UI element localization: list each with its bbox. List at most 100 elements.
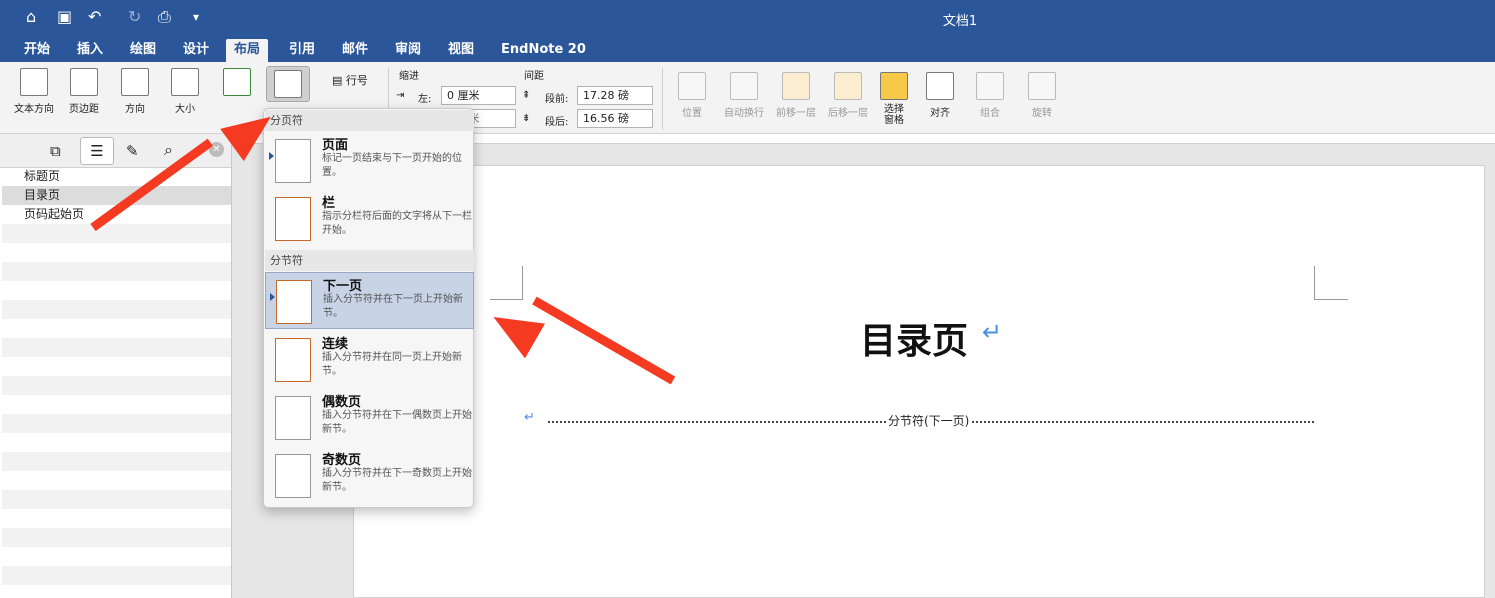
- paragraph-mark-icon: ↵: [524, 410, 535, 425]
- next-page-break-icon: [276, 280, 312, 324]
- menu-item-title: 下一页: [323, 279, 363, 294]
- bring-forward-icon: [782, 72, 810, 100]
- menu-item-continuous[interactable]: 连续 插入分节符并在同一页上开始新节。: [265, 331, 474, 388]
- menu-item-title: 奇数页: [322, 453, 362, 468]
- rotate-button[interactable]: 旋转: [1022, 72, 1062, 119]
- ribbon: 文本方向 页边距 方向 大小 ▤ 行号 缩进 间距 ⇥ 左: 0 厘米 0 厘米…: [0, 62, 1495, 134]
- group-icon: [976, 72, 1004, 100]
- align-label: 对齐: [930, 108, 950, 119]
- group-button[interactable]: 组合: [970, 72, 1010, 119]
- breaks-menu: 分页符 页面 标记一页结束与下一页开始的位置。 栏 指示分栏符后面的文字将从下一…: [263, 108, 474, 508]
- align-button[interactable]: 对齐: [920, 72, 960, 119]
- selection-pane-button[interactable]: 选择 窗格: [876, 72, 912, 126]
- columns-button[interactable]: [215, 68, 259, 100]
- wrap-text-icon: [730, 72, 758, 100]
- menu-item-odd-page[interactable]: 奇数页 插入分节符并在下一奇数页上开始新节。: [265, 447, 474, 504]
- position-icon: [678, 72, 706, 100]
- crop-mark: [1314, 299, 1348, 300]
- space-before-field[interactable]: 17.28 磅: [577, 86, 653, 105]
- space-before-label: 段前:: [545, 94, 569, 105]
- tab-endnote[interactable]: EndNote 20: [493, 39, 594, 62]
- nav-item-title-page[interactable]: 标题页: [2, 167, 231, 186]
- search-icon[interactable]: ⌕: [164, 140, 173, 160]
- group-label: 组合: [980, 108, 1000, 119]
- align-icon: [926, 72, 954, 100]
- send-backward-icon: [834, 72, 862, 100]
- selection-pane-label-2: 窗格: [884, 115, 904, 126]
- menu-item-description: 插入分节符并在下一奇数页上开始新节。: [322, 468, 472, 493]
- breaks-icon: [274, 70, 302, 98]
- tab-insert[interactable]: 插入: [69, 39, 111, 62]
- line-numbers-label: 行号: [345, 74, 368, 87]
- section-breaks-header: 分节符: [265, 250, 474, 271]
- paragraph-mark-icon: ↵: [982, 318, 1003, 346]
- document-heading[interactable]: 目录页: [860, 312, 968, 364]
- odd-page-break-icon: [275, 454, 311, 498]
- text-direction-button[interactable]: 文本方向: [10, 68, 58, 115]
- column-break-icon: [275, 197, 311, 241]
- size-button[interactable]: 大小: [163, 68, 207, 115]
- menu-item-description: 插入分节符并在下一页上开始新节。: [323, 294, 463, 319]
- tab-design[interactable]: 设计: [175, 39, 217, 62]
- space-after-icon: ⇟: [522, 113, 531, 124]
- breaks-button[interactable]: [266, 66, 310, 102]
- outline-icon[interactable]: ☰: [80, 137, 114, 165]
- menu-item-column-break[interactable]: 栏 指示分栏符后面的文字将从下一栏开始。: [265, 190, 474, 247]
- selected-marker-icon: [270, 293, 275, 301]
- menu-item-even-page[interactable]: 偶数页 插入分节符并在下一偶数页上开始新节。: [265, 389, 474, 446]
- selection-pane-icon: [880, 72, 908, 100]
- bring-forward-button[interactable]: 前移一层: [772, 72, 820, 119]
- menu-item-next-page[interactable]: 下一页 插入分节符并在下一页上开始新节。: [265, 272, 474, 329]
- continuous-break-icon: [275, 338, 311, 382]
- columns-icon: [223, 68, 251, 96]
- nav-item-toc-page[interactable]: 目录页: [2, 186, 231, 205]
- ribbon-tabs: 开始 插入 绘图 设计 布局 引用 邮件 审阅 视图 EndNote 20: [0, 37, 1495, 62]
- menu-item-page-break[interactable]: 页面 标记一页结束与下一页开始的位置。: [265, 132, 474, 189]
- left-indent-field[interactable]: 0 厘米: [441, 86, 516, 105]
- rotate-icon: [1028, 72, 1056, 100]
- selected-marker-icon: [269, 152, 274, 160]
- document-page[interactable]: [353, 165, 1485, 598]
- menu-item-title: 页面: [322, 138, 349, 153]
- wrap-text-button[interactable]: 自动换行: [720, 72, 768, 119]
- crop-mark: [490, 299, 523, 300]
- tab-home[interactable]: 开始: [16, 39, 58, 62]
- menu-item-title: 偶数页: [322, 395, 362, 410]
- size-icon: [171, 68, 199, 96]
- line-numbers-button[interactable]: ▤ 行号: [320, 72, 380, 88]
- margins-label: 页边距: [69, 104, 99, 115]
- page-break-icon: [275, 139, 311, 183]
- spacing-label: 间距: [524, 71, 544, 82]
- margins-button[interactable]: 页边距: [62, 68, 106, 115]
- text-direction-icon: [20, 68, 48, 96]
- bring-forward-label: 前移一层: [776, 108, 816, 119]
- title-bar: ⌂ ▣ ↶ ↻ ⎙ ▾ 文档1: [0, 0, 1495, 37]
- orientation-label: 方向: [125, 104, 145, 115]
- space-after-field[interactable]: 16.56 磅: [577, 109, 653, 128]
- tab-references[interactable]: 引用: [281, 39, 323, 62]
- window-title: 文档1: [942, 14, 978, 29]
- indent-label: 缩进: [399, 71, 419, 82]
- send-backward-button[interactable]: 后移一层: [824, 72, 872, 119]
- tab-layout[interactable]: 布局: [226, 39, 269, 62]
- tab-view[interactable]: 视图: [440, 39, 482, 62]
- page-breaks-header: 分页符: [265, 110, 474, 131]
- position-button[interactable]: 位置: [672, 72, 712, 119]
- space-before-icon: ⇞: [522, 90, 531, 101]
- send-backward-label: 后移一层: [828, 108, 868, 119]
- tab-draw[interactable]: 绘图: [122, 39, 164, 62]
- thumbnails-icon[interactable]: ⧉: [50, 142, 61, 160]
- crop-mark: [1314, 266, 1315, 300]
- menu-item-description: 插入分节符并在同一页上开始新节。: [322, 352, 462, 377]
- edit-icon[interactable]: ✎: [126, 142, 139, 160]
- tab-review[interactable]: 审阅: [387, 39, 429, 62]
- orientation-button[interactable]: 方向: [113, 68, 157, 115]
- text-direction-label: 文本方向: [14, 104, 54, 115]
- crop-mark: [522, 266, 523, 300]
- size-label: 大小: [175, 104, 195, 115]
- menu-item-title: 连续: [322, 337, 349, 352]
- tab-mailings[interactable]: 邮件: [334, 39, 376, 62]
- section-break-label: 分节符(下一页): [886, 412, 972, 429]
- space-after-label: 段后:: [545, 117, 569, 128]
- left-indent-icon: ⇥: [396, 90, 405, 101]
